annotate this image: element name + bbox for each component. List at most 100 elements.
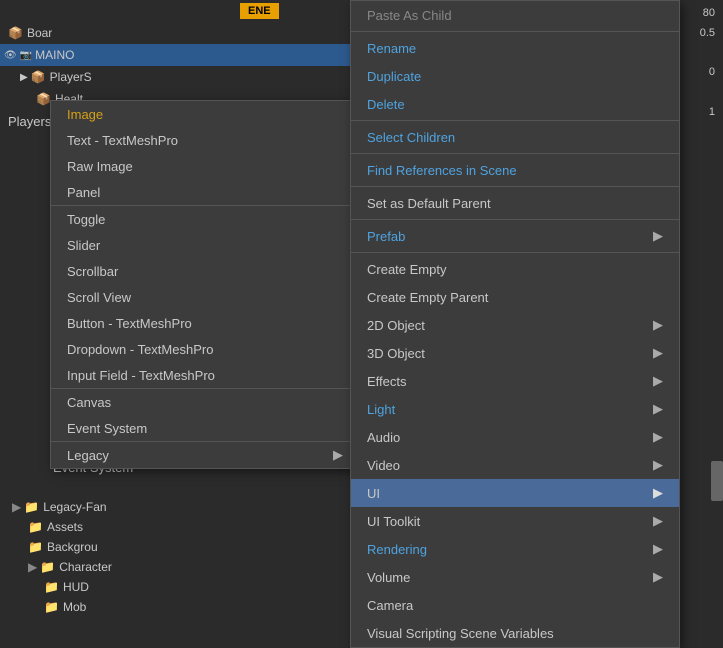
rendering-label: Rendering	[367, 542, 427, 557]
rmenu-visual-scripting[interactable]: Visual Scripting Scene Variables	[351, 619, 679, 647]
energy-badge: ENE	[240, 3, 279, 19]
rawimage-label: Raw Image	[67, 159, 133, 174]
hier-item-players-child[interactable]: ▶ 📦 PlayerS	[0, 66, 355, 88]
folder-icon: 📁	[24, 500, 39, 514]
2d-object-label: 2D Object	[367, 318, 425, 333]
rmenu-sep5	[351, 219, 679, 220]
assets-item[interactable]: 📁 Assets	[0, 517, 355, 537]
rmenu-sep3	[351, 153, 679, 154]
camera-icon: 📷	[20, 50, 32, 61]
create-empty-parent-label: Create Empty Parent	[367, 290, 488, 305]
menu-item-button[interactable]: Button - TextMeshPro	[51, 310, 359, 336]
menu-item-rawimage[interactable]: Raw Image	[51, 153, 359, 179]
paste-as-child-label: Paste As Child	[367, 8, 452, 23]
character-label: Character	[59, 560, 112, 574]
box-icon: 📦	[8, 26, 23, 40]
rmenu-ui-toolkit[interactable]: UI Toolkit ▶	[351, 507, 679, 535]
hud-item[interactable]: 📁 HUD	[0, 577, 355, 597]
menu-item-toggle[interactable]: Toggle	[51, 206, 359, 232]
menu-item-slider[interactable]: Slider	[51, 232, 359, 258]
menu-item-eventsystem[interactable]: Event System	[51, 415, 359, 441]
find-references-label: Find References in Scene	[367, 163, 517, 178]
effects-arrow-icon: ▶	[653, 373, 663, 389]
rmenu-sep4	[351, 186, 679, 187]
visual-scripting-label: Visual Scripting Scene Variables	[367, 626, 554, 641]
ui-label: UI	[367, 486, 380, 501]
mob-label: Mob	[63, 600, 86, 614]
prefab-label: Prefab	[367, 229, 405, 244]
create-empty-label: Create Empty	[367, 262, 446, 277]
folder-icon5: 📁	[44, 580, 59, 594]
hud-label: HUD	[63, 580, 89, 594]
rmenu-volume[interactable]: Volume ▶	[351, 563, 679, 591]
legacy-fan-label: Legacy-Fan	[43, 500, 106, 514]
rmenu-duplicate[interactable]: Duplicate	[351, 62, 679, 90]
legacy-menu-label: Legacy	[67, 448, 109, 463]
mob-item[interactable]: 📁 Mob	[0, 597, 355, 617]
rmenu-sep1	[351, 31, 679, 32]
duplicate-label: Duplicate	[367, 69, 421, 84]
light-arrow-icon: ▶	[653, 401, 663, 417]
rmenu-rendering[interactable]: Rendering ▶	[351, 535, 679, 563]
rmenu-paste-as-child[interactable]: Paste As Child	[351, 1, 679, 29]
menu-item-textmeshpro[interactable]: Text - TextMeshPro	[51, 127, 359, 153]
volume-label: Volume	[367, 570, 410, 585]
legacy-section: ▶ 📁 Legacy-Fan 📁 Assets 📁 Backgrou ▶ 📁 C…	[0, 497, 355, 621]
rmenu-ui[interactable]: UI ▶	[351, 479, 679, 507]
eye-icon: 👁	[4, 50, 17, 61]
rmenu-3d-object[interactable]: 3D Object ▶	[351, 339, 679, 367]
menu-section-interactive: Toggle Slider Scrollbar Scroll View Butt…	[51, 206, 359, 389]
rmenu-create-empty[interactable]: Create Empty	[351, 255, 679, 283]
hier-item-boar[interactable]: 📦 Boar	[0, 22, 355, 44]
menu-section-ui-elements: Image Text - TextMeshPro Raw Image Panel	[51, 101, 359, 206]
menu-item-scrollbar[interactable]: Scrollbar	[51, 258, 359, 284]
rmenu-prefab[interactable]: Prefab ▶	[351, 222, 679, 250]
hier-item-maino[interactable]: 👁 📷 MAINO	[0, 44, 355, 66]
folder-icon2: 📁	[28, 520, 43, 534]
maino-label: MAINO	[35, 48, 74, 62]
rmenu-sep6	[351, 252, 679, 253]
legacy-fan-item[interactable]: ▶ 📁 Legacy-Fan	[0, 497, 355, 517]
scrollbar-label: Scrollbar	[67, 264, 118, 279]
menu-item-panel[interactable]: Panel	[51, 179, 359, 205]
backgrou-item[interactable]: 📁 Backgrou	[0, 537, 355, 557]
scrollbar-handle[interactable]	[711, 461, 723, 501]
menu-item-image[interactable]: Image	[51, 101, 359, 127]
rmenu-2d-object[interactable]: 2D Object ▶	[351, 311, 679, 339]
rmenu-video[interactable]: Video ▶	[351, 451, 679, 479]
volume-arrow-icon: ▶	[653, 569, 663, 585]
rmenu-effects[interactable]: Effects ▶	[351, 367, 679, 395]
menu-item-scrollview[interactable]: Scroll View	[51, 284, 359, 310]
prefab-arrow-icon: ▶	[653, 228, 663, 244]
menu-section-canvas: Canvas Event System	[51, 389, 359, 442]
menu-item-inputfield[interactable]: Input Field - TextMeshPro	[51, 362, 359, 388]
rmenu-find-references[interactable]: Find References in Scene	[351, 156, 679, 184]
textmeshpro-label: Text - TextMeshPro	[67, 133, 178, 148]
character-item[interactable]: ▶ 📁 Character	[0, 557, 355, 577]
rename-label: Rename	[367, 41, 416, 56]
rmenu-create-empty-parent[interactable]: Create Empty Parent	[351, 283, 679, 311]
rmenu-select-children[interactable]: Select Children	[351, 123, 679, 151]
2d-object-arrow-icon: ▶	[653, 317, 663, 333]
folder-icon4: 📁	[40, 560, 55, 574]
effects-label: Effects	[367, 374, 407, 389]
eventsystem-menu-label: Event System	[67, 421, 147, 436]
menu-item-legacy[interactable]: Legacy ▶	[51, 442, 359, 468]
rmenu-light[interactable]: Light ▶	[351, 395, 679, 423]
image-label: Image	[67, 107, 103, 122]
rmenu-camera[interactable]: Camera	[351, 591, 679, 619]
menu-item-dropdown[interactable]: Dropdown - TextMeshPro	[51, 336, 359, 362]
context-menu-left: Image Text - TextMeshPro Raw Image Panel…	[50, 100, 360, 469]
menu-item-canvas[interactable]: Canvas	[51, 389, 359, 415]
backgrou-label: Backgrou	[47, 540, 98, 554]
rmenu-audio[interactable]: Audio ▶	[351, 423, 679, 451]
rmenu-delete[interactable]: Delete	[351, 90, 679, 118]
rmenu-rename[interactable]: Rename	[351, 34, 679, 62]
3d-object-arrow-icon: ▶	[653, 345, 663, 361]
select-children-label: Select Children	[367, 130, 455, 145]
delete-label: Delete	[367, 97, 405, 112]
boar-label: Boar	[27, 26, 52, 40]
rmenu-set-default-parent[interactable]: Set as Default Parent	[351, 189, 679, 217]
folder-icon3: 📁	[28, 540, 43, 554]
ui-toolkit-arrow-icon: ▶	[653, 513, 663, 529]
